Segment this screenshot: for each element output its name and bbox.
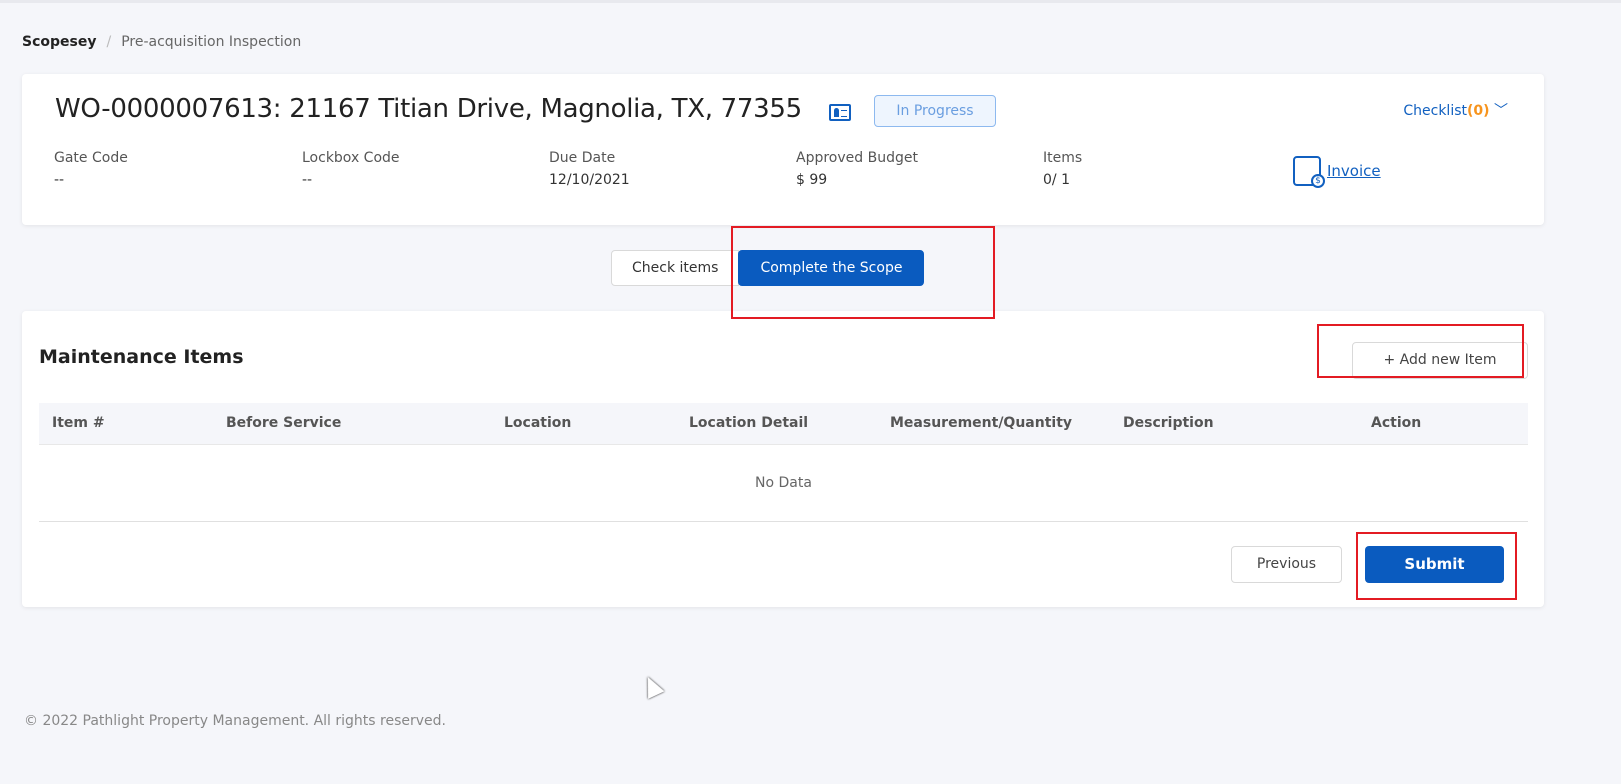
field-label: Approved Budget	[796, 150, 918, 166]
section-title: Maintenance Items	[39, 346, 244, 368]
lockbox-code: Lockbox Code --	[302, 150, 400, 188]
column-measurement-quantity: Measurement/Quantity	[890, 415, 1073, 431]
field-value: --	[302, 172, 313, 188]
work-order-card: WO-0000007613: 21167 Titian Drive, Magno…	[22, 74, 1544, 225]
maintenance-items-card: Maintenance Items + Add new Item Item # …	[22, 311, 1544, 607]
column-location: Location	[504, 415, 572, 431]
empty-state: No Data	[39, 445, 1528, 522]
approved-budget: Approved Budget $ 99	[796, 150, 918, 188]
top-border	[0, 0, 1621, 3]
tab-check-items[interactable]: Check items	[611, 250, 740, 286]
field-label: Lockbox Code	[302, 150, 400, 166]
field-label: Gate Code	[54, 150, 128, 166]
breadcrumb-current: Pre-acquisition Inspection	[121, 34, 302, 50]
breadcrumb: Scopesey / Pre-acquisition Inspection	[22, 34, 301, 50]
field-value: $ 99	[796, 172, 828, 188]
tab-complete-the-scope[interactable]: Complete the Scope	[738, 250, 925, 286]
invoice-label: Invoice	[1327, 162, 1381, 180]
due-date: Due Date 12/10/2021	[549, 150, 630, 188]
column-before-service: Before Service	[226, 415, 342, 431]
footer-copyright: © 2022 Pathlight Property Management. Al…	[24, 713, 446, 729]
items-count: Items 0/ 1	[1043, 150, 1082, 188]
field-value: 12/10/2021	[549, 172, 630, 188]
step-tabs: Check items Complete the Scope	[611, 250, 925, 286]
field-label: Due Date	[549, 150, 616, 166]
column-item-number: Item #	[52, 415, 105, 431]
breadcrumb-root[interactable]: Scopesey	[22, 34, 96, 50]
field-value: 0/ 1	[1043, 172, 1070, 188]
invoice-icon: $	[1293, 156, 1325, 188]
gate-code: Gate Code --	[54, 150, 128, 188]
checklist-label: Checklist	[1403, 103, 1467, 119]
previous-button[interactable]: Previous	[1231, 546, 1342, 583]
submit-button[interactable]: Submit	[1365, 546, 1504, 583]
table-header: Item # Before Service Location Location …	[39, 403, 1528, 445]
column-action: Action	[1371, 415, 1422, 431]
field-label: Items	[1043, 150, 1083, 166]
checklist-count: (0)	[1467, 103, 1490, 119]
field-value: --	[54, 172, 65, 188]
column-description: Description	[1123, 415, 1214, 431]
breadcrumb-separator: /	[106, 34, 112, 50]
add-new-item-button[interactable]: + Add new Item	[1352, 342, 1528, 379]
invoice-link[interactable]: $ Invoice	[1293, 156, 1381, 188]
mouse-cursor-icon	[639, 673, 665, 699]
column-location-detail: Location Detail	[689, 415, 809, 431]
page-title: WO-0000007613: 21167 Titian Drive, Magno…	[55, 94, 802, 124]
status-badge: In Progress	[874, 95, 996, 127]
contact-card-icon[interactable]	[829, 104, 851, 121]
chevron-down-icon: ﹀	[1494, 103, 1508, 119]
checklist-dropdown[interactable]: Checklist(0) ﹀	[1403, 100, 1508, 120]
